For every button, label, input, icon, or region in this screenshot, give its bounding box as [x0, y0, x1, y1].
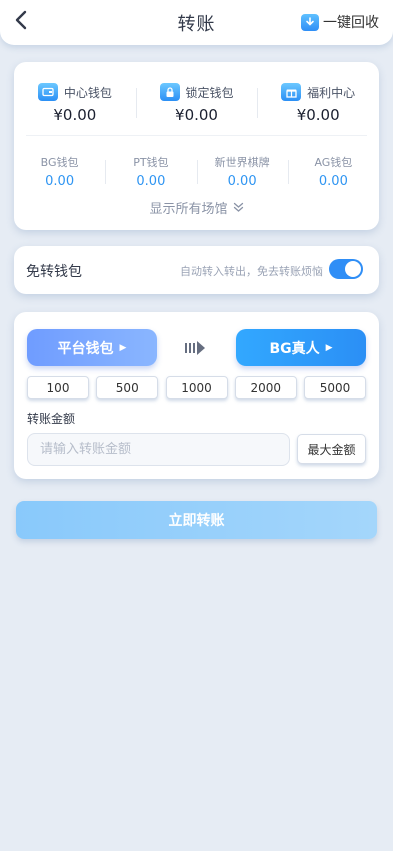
submit-transfer-button[interactable]: 立即转账: [16, 501, 377, 539]
lock-icon: [159, 83, 180, 101]
back-button[interactable]: [8, 6, 34, 34]
main-wallet-amount: ¥0.00: [175, 106, 218, 124]
main-wallet-locked: 锁定钱包 ¥0.00: [135, 82, 258, 126]
quick-amount-row: 100 500 1000 2000 5000: [27, 376, 366, 399]
free-transfer-card: 免转钱包 自动转入转出，免去转账烦恼: [14, 246, 379, 294]
quick-amount-button[interactable]: 500: [96, 376, 159, 399]
main-wallet-name: 锁定钱包: [185, 85, 234, 100]
venue-wallet-amount: 0.00: [45, 174, 75, 189]
double-chevron-down-icon: [233, 202, 243, 212]
quick-amount-button[interactable]: 5000: [304, 376, 366, 399]
from-wallet-button[interactable]: 平台钱包 ▶: [27, 329, 157, 366]
venue-wallet-bg: BG钱包 0.00: [14, 154, 105, 189]
page-title: 转账: [177, 13, 216, 35]
to-wallet-label: BG真人: [269, 340, 320, 357]
download-icon: [301, 13, 319, 31]
triangle-right-icon: ▶: [119, 342, 127, 353]
main-wallet-name: 福利中心: [307, 85, 356, 100]
transfer-amount-label: 转账金额: [27, 412, 76, 426]
quick-amount-button[interactable]: 100: [27, 376, 89, 399]
main-wallet-amount: ¥0.00: [296, 106, 340, 124]
chevron-left-icon: [15, 10, 27, 30]
recall-label: 一键回收: [323, 15, 379, 31]
transfer-form-card: 平台钱包 ▶ BG真人 ▶ 100 500 1000 2000 5000 转账金…: [14, 312, 379, 479]
venue-wallet-amount: 0.00: [318, 174, 348, 189]
main-wallet-center: 中心钱包 ¥0.00: [14, 82, 136, 126]
venue-wallet-row: BG钱包 0.00 PT钱包 0.00 新世界棋牌 0.00 AG钱包 0.00: [14, 154, 379, 189]
transfer-amount-input[interactable]: [27, 433, 290, 466]
quick-amount-button[interactable]: 1000: [165, 376, 228, 399]
quick-amount-button[interactable]: 2000: [234, 376, 297, 399]
venue-wallet-name: PT钱包: [133, 156, 169, 169]
venue-wallet-name: 新世界棋牌: [214, 156, 270, 169]
from-wallet-label: 平台钱包: [57, 340, 114, 357]
show-all-venues-button[interactable]: 显示所有场馆: [14, 198, 379, 217]
one-click-recall-button[interactable]: 一键回收: [301, 12, 379, 32]
transfer-arrow-icon: [185, 341, 205, 355]
triangle-right-icon: ▶: [325, 342, 333, 353]
main-wallet-welfare[interactable]: 福利中心 ¥0.00: [257, 82, 379, 126]
gift-icon: [281, 83, 302, 101]
free-transfer-title: 免转钱包: [26, 264, 82, 280]
venue-wallet-name: BG钱包: [40, 156, 79, 169]
main-wallet-name: 中心钱包: [63, 85, 112, 100]
main-wallet-amount: ¥0.00: [53, 106, 97, 124]
venue-wallet-ag: AG钱包 0.00: [287, 154, 379, 189]
venue-wallet-amount: 0.00: [136, 174, 166, 189]
free-transfer-toggle[interactable]: [329, 259, 363, 279]
max-amount-button[interactable]: 最大金额: [297, 434, 366, 464]
main-wallet-row: 中心钱包 ¥0.00 锁定钱包 ¥0.00 福利中心 ¥0.00: [14, 82, 379, 126]
venue-wallet-name: AG钱包: [314, 156, 353, 169]
top-nav-bar: 转账 一键回收: [0, 0, 393, 45]
wallet-icon: [37, 83, 58, 101]
venue-wallet-new-world: 新世界棋牌 0.00: [196, 154, 288, 189]
free-transfer-desc: 自动转入转出，免去转账烦恼: [180, 265, 323, 278]
show-all-label: 显示所有场馆: [149, 202, 228, 217]
to-wallet-button[interactable]: BG真人 ▶: [236, 329, 366, 366]
venue-wallet-amount: 0.00: [227, 174, 257, 189]
divider: [26, 135, 367, 136]
wallet-overview-card: 中心钱包 ¥0.00 锁定钱包 ¥0.00 福利中心 ¥0.00 BG钱包 0.…: [14, 62, 379, 230]
toggle-knob: [345, 261, 361, 277]
venue-wallet-pt: PT钱包 0.00: [105, 154, 196, 189]
